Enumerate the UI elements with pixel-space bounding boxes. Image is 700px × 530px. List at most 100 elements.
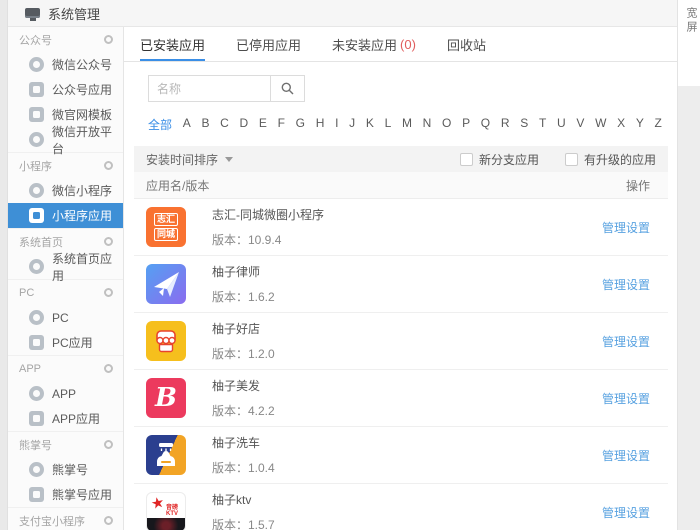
sidebar-section: 小程序 微信小程序 小程序应用 xyxy=(8,152,123,228)
alphabet-letter[interactable]: O xyxy=(442,116,451,133)
ktv-app-icon: ★ 音磅KTV xyxy=(146,492,186,530)
alphabet-letter[interactable]: D xyxy=(240,116,249,133)
manage-settings-link[interactable]: 管理设置 xyxy=(602,390,650,407)
tab-installed[interactable]: 已安装应用 xyxy=(140,27,205,61)
gear-icon[interactable] xyxy=(104,288,113,297)
alphabet-letter[interactable]: E xyxy=(259,116,267,133)
checkbox[interactable] xyxy=(460,153,473,166)
sidebar-item[interactable]: 熊掌号 xyxy=(8,457,123,482)
alphabet-letter[interactable]: C xyxy=(220,116,229,133)
alphabet-letter[interactable]: R xyxy=(501,116,510,133)
alphabet-letter[interactable]: L xyxy=(385,116,392,133)
tab-bar: 已安装应用 已停用应用 未安装应用 (0) 回收站 xyxy=(124,27,677,62)
sort-dropdown[interactable]: 安装时间排序 xyxy=(146,151,233,168)
wechat-open-platform-icon xyxy=(29,132,44,147)
alphabet-all[interactable]: 全部 xyxy=(148,116,172,133)
sidebar-item-label: 微官网模板 xyxy=(52,106,112,123)
manage-settings-link[interactable]: 管理设置 xyxy=(602,219,650,236)
alphabet-letter[interactable]: Q xyxy=(481,116,490,133)
tab-disabled[interactable]: 已停用应用 xyxy=(236,27,301,61)
beauty-app-icon: B xyxy=(146,378,186,418)
sidebar-item[interactable]: 小程序应用 xyxy=(8,203,123,228)
search-row xyxy=(148,75,677,102)
sidebar-item[interactable]: 系统首页应用 xyxy=(8,254,123,279)
sort-label: 安装时间排序 xyxy=(146,151,218,168)
gear-icon[interactable] xyxy=(104,440,113,449)
checkbox[interactable] xyxy=(565,153,578,166)
alphabet-letter[interactable]: Z xyxy=(655,116,662,133)
alphabet-letter[interactable]: Y xyxy=(636,116,644,133)
alphabet-letter[interactable]: U xyxy=(557,116,566,133)
sidebar-item-label: 熊掌号 xyxy=(52,461,88,478)
sidebar-item[interactable]: 微信开放平台 xyxy=(8,127,123,152)
manage-settings-link[interactable]: 管理设置 xyxy=(602,276,650,293)
widescreen-toggle[interactable]: 宽屏 xyxy=(683,0,699,35)
sidebar-section-label: 熊掌号 xyxy=(19,437,52,453)
sidebar-item-label: 公众号应用 xyxy=(52,81,112,98)
sidebar-section-label: 系统首页 xyxy=(19,234,63,250)
app-version: 版本：1.5.7 xyxy=(212,516,602,530)
app-rows: 志汇同城 志汇-同城微圈小程序 版本：10.9.4 管理设置 柚子律师 版本：1… xyxy=(134,199,668,530)
app-name: 柚子好店 xyxy=(212,320,602,337)
alphabet-letter[interactable]: V xyxy=(576,116,584,133)
app-name: 柚子洗车 xyxy=(212,434,602,451)
scrollbar-track[interactable] xyxy=(678,86,700,530)
search-input[interactable] xyxy=(149,76,270,101)
alphabet-letter[interactable]: I xyxy=(335,116,338,133)
manage-settings-link[interactable]: 管理设置 xyxy=(602,447,650,464)
sidebar-item-label: 熊掌号应用 xyxy=(52,486,112,503)
filter-option[interactable]: 新分支应用 xyxy=(460,151,539,168)
tab-not-installed[interactable]: 未安装应用 (0) xyxy=(332,27,416,61)
alphabet-letter[interactable]: G xyxy=(296,116,305,133)
homepage-app-icon xyxy=(29,259,44,274)
gear-icon[interactable] xyxy=(104,161,113,170)
alphabet-letter[interactable]: S xyxy=(520,116,528,133)
monitor-icon xyxy=(25,8,40,18)
sidebar-item[interactable]: 熊掌号应用 xyxy=(8,482,123,507)
alphabet-letter[interactable]: J xyxy=(349,116,355,133)
sidebar-item-label: PC应用 xyxy=(52,334,93,351)
alphabet-letter[interactable]: A xyxy=(183,116,191,133)
star-icon: ★ xyxy=(150,495,166,512)
filters: 新分支应用 有升级的应用 xyxy=(460,151,656,168)
chevron-down-icon xyxy=(225,157,233,162)
gear-icon[interactable] xyxy=(104,35,113,44)
sidebar-item[interactable]: 微信公众号 xyxy=(8,52,123,77)
alphabet-letter[interactable]: B xyxy=(201,116,209,133)
alphabet-letter[interactable]: T xyxy=(539,116,546,133)
gear-icon[interactable] xyxy=(104,364,113,373)
mini-program-app-icon xyxy=(29,208,44,223)
gear-icon[interactable] xyxy=(104,516,113,525)
wechat-official-icon xyxy=(29,57,44,72)
search-button[interactable] xyxy=(270,76,304,101)
gear-icon[interactable] xyxy=(104,237,113,246)
app-meta: 柚子洗车 版本：1.0.4 xyxy=(212,434,602,476)
sidebar-item[interactable]: 公众号应用 xyxy=(8,77,123,102)
alphabet-letter[interactable]: K xyxy=(366,116,374,133)
sidebar-item[interactable]: APP应用 xyxy=(8,406,123,431)
manage-settings-link[interactable]: 管理设置 xyxy=(602,333,650,350)
alphabet-letter[interactable]: M xyxy=(402,116,412,133)
filter-option[interactable]: 有升级的应用 xyxy=(565,151,656,168)
sidebar-item-label: 小程序应用 xyxy=(52,207,112,224)
alphabet-letter[interactable]: N xyxy=(423,116,432,133)
bear-paw-app-icon xyxy=(29,487,44,502)
alphabet-letter[interactable]: H xyxy=(316,116,325,133)
tab-recycle-bin[interactable]: 回收站 xyxy=(447,27,486,61)
sidebar-item[interactable]: PC xyxy=(8,305,123,330)
alphabet-letter[interactable]: F xyxy=(278,116,285,133)
app-meta: 志汇-同城微圈小程序 版本：10.9.4 xyxy=(212,206,602,248)
sidebar-item[interactable]: 微信小程序 xyxy=(8,178,123,203)
sidebar-item-label: 微信小程序 xyxy=(52,182,112,199)
alphabet-letter[interactable]: P xyxy=(462,116,470,133)
sidebar: 公众号 微信公众号 公众号应用 微官网模板 微信开放平台 小程序 xyxy=(8,27,124,530)
sidebar-item[interactable]: APP xyxy=(8,381,123,406)
alphabet-letter[interactable]: X xyxy=(617,116,625,133)
app-title: 系统管理 xyxy=(48,4,100,23)
manage-settings-link[interactable]: 管理设置 xyxy=(602,504,650,521)
sidebar-section: 系统首页 系统首页应用 xyxy=(8,228,123,279)
sidebar-item[interactable]: PC应用 xyxy=(8,330,123,355)
top-header: 系统管理 xyxy=(8,0,677,27)
alphabet-letter[interactable]: W xyxy=(595,116,606,133)
app-name: 志汇-同城微圈小程序 xyxy=(212,206,602,223)
